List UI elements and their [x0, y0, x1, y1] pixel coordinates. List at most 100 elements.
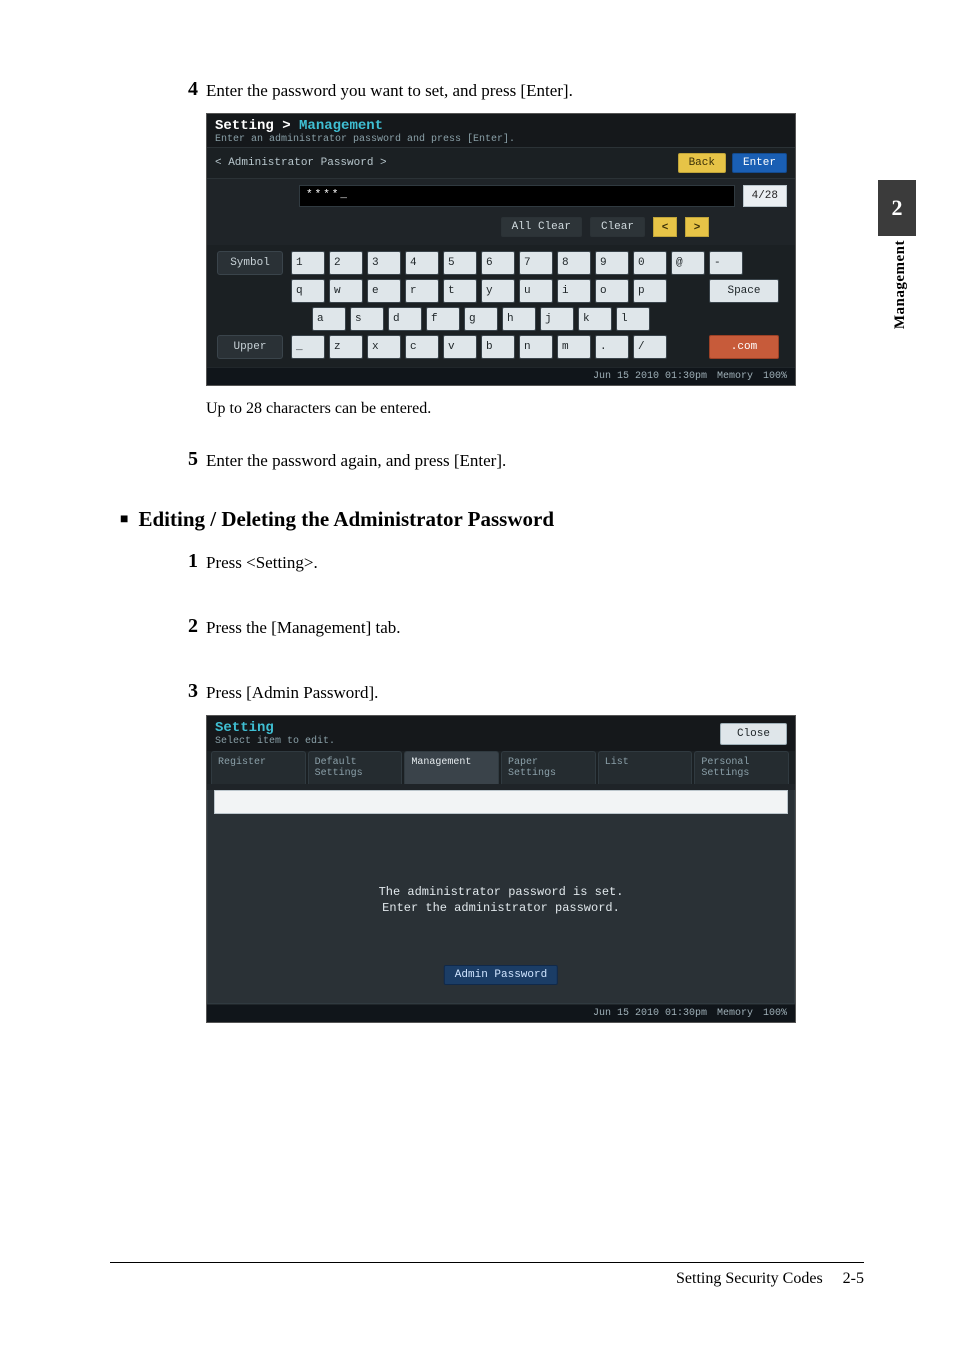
page-footer-rule [110, 1262, 864, 1263]
key-y[interactable]: y [481, 279, 515, 303]
footer-memory-pct: 100% [763, 371, 787, 382]
key-m[interactable]: m [557, 335, 591, 359]
keyboard-controls-row: All Clear Clear < > [207, 213, 795, 245]
key-4[interactable]: 4 [405, 251, 439, 275]
footer-timestamp: Jun 15 2010 01:30pm [593, 1008, 707, 1019]
tab-panel-management: The administrator password is set. Enter… [207, 790, 795, 1004]
all-clear-button[interactable]: All Clear [501, 217, 582, 237]
password-input-row: ****_ 4/28 [207, 179, 795, 213]
screenshot-hint: Enter an administrator password and pres… [215, 134, 787, 145]
footer-memory-label: Memory [717, 1008, 753, 1019]
tab-management[interactable]: Management [404, 751, 499, 784]
key-q[interactable]: q [291, 279, 325, 303]
tab-register[interactable]: Register [211, 751, 306, 784]
key-s[interactable]: s [350, 307, 384, 331]
key-1[interactable]: 1 [291, 251, 325, 275]
key-p[interactable]: p [633, 279, 667, 303]
key-8[interactable]: 8 [557, 251, 591, 275]
admin-password-message: The administrator password is set. Enter… [208, 884, 794, 916]
step-b2: 2 Press the [Management] tab. [168, 615, 864, 638]
key-t[interactable]: t [443, 279, 477, 303]
step-number: 5 [168, 448, 198, 471]
key-3[interactable]: 3 [367, 251, 401, 275]
key-l[interactable]: l [616, 307, 650, 331]
key-i[interactable]: i [557, 279, 591, 303]
bullet-square-icon: ■ [120, 512, 128, 528]
setting-title: Setting [215, 720, 335, 736]
step-5: 5 Enter the password again, and press [E… [168, 448, 864, 471]
key-a[interactable]: a [312, 307, 346, 331]
step-number: 4 [168, 78, 198, 101]
key-o[interactable]: o [595, 279, 629, 303]
key-dash[interactable]: - [709, 251, 743, 275]
key-6[interactable]: 6 [481, 251, 515, 275]
tab-paper-settings[interactable]: Paper Settings [501, 751, 596, 784]
key-n[interactable]: n [519, 335, 553, 359]
key-u[interactable]: u [519, 279, 553, 303]
screenshot-footer: Jun 15 2010 01:30pm Memory 100% [207, 367, 795, 385]
key-r[interactable]: r [405, 279, 439, 303]
key-0[interactable]: 0 [633, 251, 667, 275]
step-text: Press <Setting>. [206, 550, 318, 573]
breadcrumb: Setting > Management [215, 118, 787, 134]
panel-toolbar-blank [214, 790, 788, 814]
chapter-tab: 2 [878, 180, 916, 236]
key-slash[interactable]: / [633, 335, 667, 359]
setting-tabbar: Register Default Settings Management Pap… [207, 751, 795, 784]
key-d[interactable]: d [388, 307, 422, 331]
key-k[interactable]: k [578, 307, 612, 331]
screenshot-header: Setting > Management Enter an administra… [207, 114, 795, 147]
screenshot2-footer: Jun 15 2010 01:30pm Memory 100% [207, 1004, 795, 1022]
screenshot-password-keyboard: Setting > Management Enter an administra… [206, 113, 796, 386]
key-w[interactable]: w [329, 279, 363, 303]
step-text: Press [Admin Password]. [206, 680, 378, 703]
step-b1: 1 Press <Setting>. [168, 550, 864, 573]
tab-list[interactable]: List [598, 751, 693, 784]
key-5[interactable]: 5 [443, 251, 477, 275]
key-2[interactable]: 2 [329, 251, 363, 275]
key-c[interactable]: c [405, 335, 439, 359]
page-footer: Setting Security Codes 2-5 [676, 1270, 864, 1288]
key-7[interactable]: 7 [519, 251, 553, 275]
password-label: < Administrator Password > [215, 157, 387, 169]
screenshot-setting-tabs: Setting Select item to edit. Close Regis… [206, 715, 796, 1023]
key-h[interactable]: h [502, 307, 536, 331]
step-number: 3 [168, 680, 198, 703]
enter-button[interactable]: Enter [732, 153, 787, 173]
symbol-button[interactable]: Symbol [217, 251, 283, 275]
footer-memory-label: Memory [717, 371, 753, 382]
admin-password-button[interactable]: Admin Password [444, 965, 558, 985]
step-4-note: Up to 28 characters can be entered. [206, 400, 864, 418]
key-e[interactable]: e [367, 279, 401, 303]
step-text: Enter the password again, and press [Ent… [206, 448, 506, 471]
back-button[interactable]: Back [678, 153, 726, 173]
tab-personal-settings[interactable]: Personal Settings [694, 751, 789, 784]
key-x[interactable]: x [367, 335, 401, 359]
step-b3: 3 Press [Admin Password]. [168, 680, 864, 703]
clear-button[interactable]: Clear [590, 217, 645, 237]
cursor-left-button[interactable]: < [653, 217, 677, 237]
step-text: Press the [Management] tab. [206, 615, 401, 638]
msg-line-2: Enter the administrator password. [208, 900, 794, 916]
chapter-side-label: Management [892, 240, 909, 329]
password-input[interactable]: ****_ [299, 185, 735, 207]
key-g[interactable]: g [464, 307, 498, 331]
key-j[interactable]: j [540, 307, 574, 331]
key-f[interactable]: f [426, 307, 460, 331]
footer-memory-pct: 100% [763, 1008, 787, 1019]
key-v[interactable]: v [443, 335, 477, 359]
tab-default-settings[interactable]: Default Settings [308, 751, 403, 784]
dotcom-button[interactable]: .com [709, 335, 779, 359]
key-at[interactable]: @ [671, 251, 705, 275]
key-z[interactable]: z [329, 335, 363, 359]
cursor-right-button[interactable]: > [685, 217, 709, 237]
key-period[interactable]: . [595, 335, 629, 359]
section-heading-edit-delete: ■ Editing / Deleting the Administrator P… [120, 507, 864, 532]
close-button[interactable]: Close [720, 723, 787, 745]
key-underscore[interactable]: _ [291, 335, 325, 359]
key-9[interactable]: 9 [595, 251, 629, 275]
breadcrumb-setting: Setting [215, 118, 274, 134]
key-b[interactable]: b [481, 335, 515, 359]
space-button[interactable]: Space [709, 279, 779, 303]
upper-button[interactable]: Upper [217, 335, 283, 359]
